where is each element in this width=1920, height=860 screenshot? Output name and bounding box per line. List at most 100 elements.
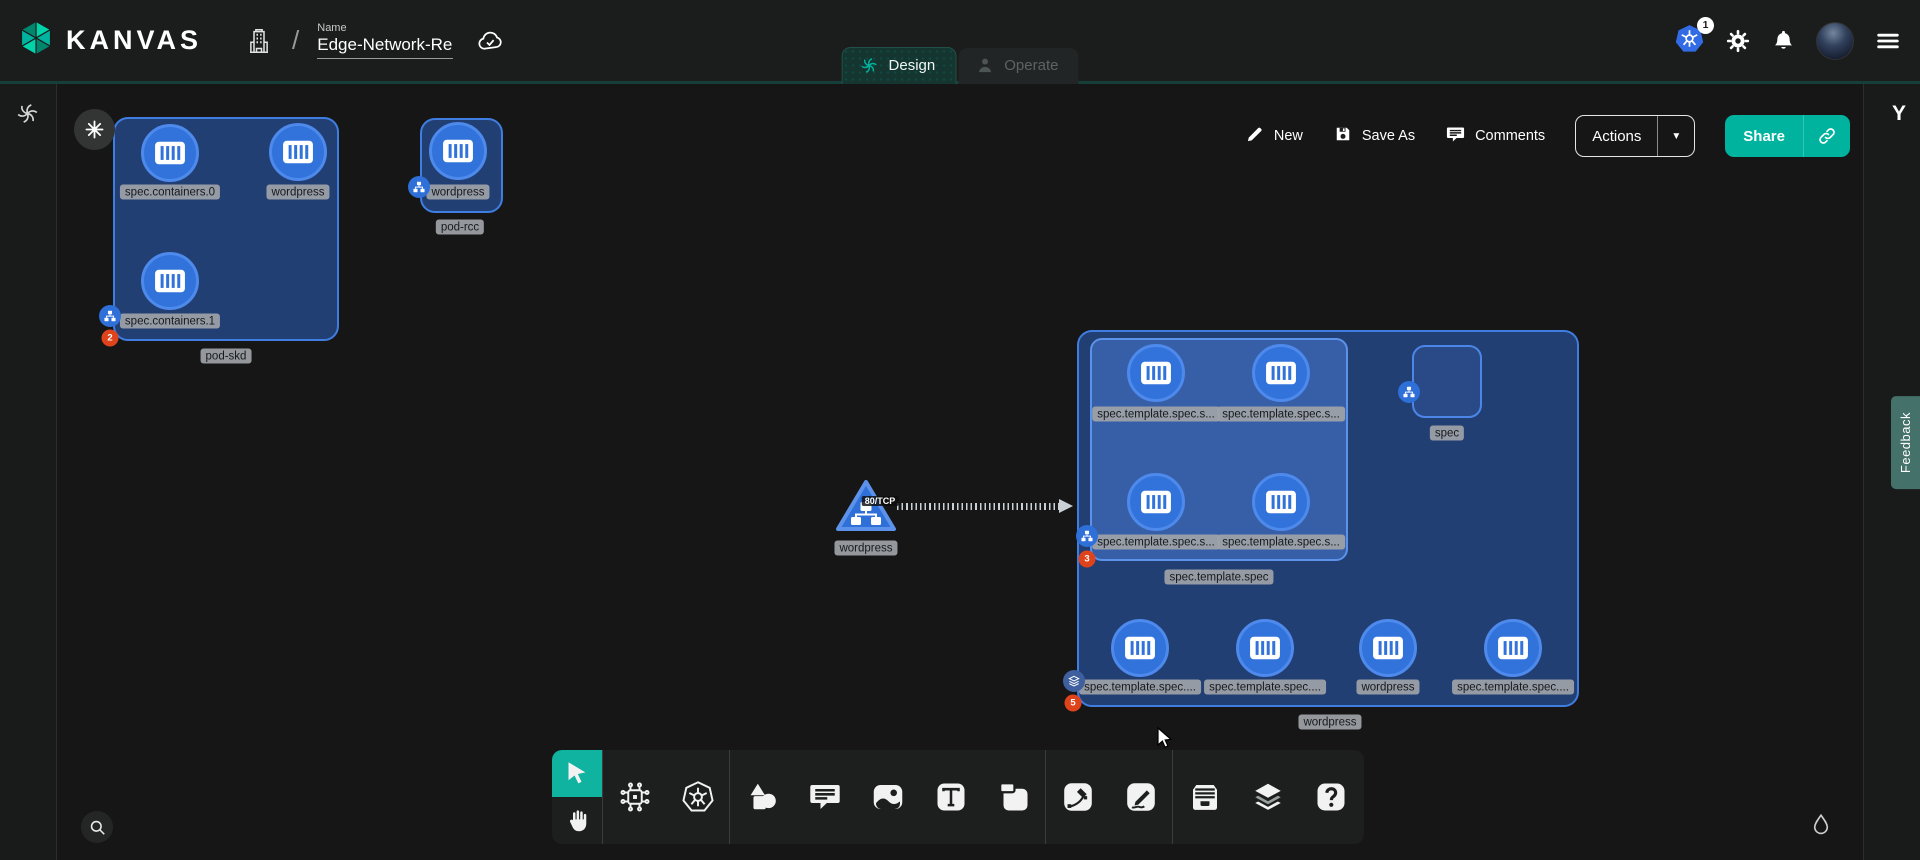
pencil-icon xyxy=(1123,779,1159,815)
container-node[interactable] xyxy=(1127,344,1185,402)
container-node[interactable] xyxy=(1484,619,1542,677)
group-label: wordpress xyxy=(1298,715,1361,730)
meshery-spiral-icon[interactable] xyxy=(14,100,41,132)
node-label: spec.template.spec.s... xyxy=(1092,535,1220,550)
pan-tool[interactable] xyxy=(552,797,602,844)
edge-arrowhead-icon xyxy=(1056,496,1076,521)
count-badge[interactable]: 5 xyxy=(1065,695,1082,712)
tab-operate[interactable]: Operate xyxy=(958,48,1078,84)
zoom-search-button[interactable] xyxy=(81,811,113,843)
k8s-context-count-badge: 1 xyxy=(1697,17,1714,34)
image-icon xyxy=(870,779,906,815)
operate-icon xyxy=(974,55,995,76)
design-name-label: Name xyxy=(317,22,453,34)
dock-y-icon[interactable]: Y xyxy=(1892,102,1906,126)
service-node[interactable] xyxy=(833,476,899,541)
share-label: Share xyxy=(1725,128,1803,145)
media-tool[interactable] xyxy=(856,750,919,844)
help-tool[interactable] xyxy=(1299,750,1362,844)
design-actions-bar: New Save As Comments Actions ▼ Share xyxy=(1245,115,1850,157)
save-icon xyxy=(1333,124,1353,148)
text-icon xyxy=(933,779,969,815)
tab-design[interactable]: Design xyxy=(842,47,957,84)
design-name-field: Name Edge-Network-Relatio xyxy=(317,22,453,59)
mode-tabs: Design Operate xyxy=(842,47,1079,84)
cursor-icon xyxy=(564,760,591,787)
kanvas-logo-icon xyxy=(16,18,56,63)
settings-gear-icon[interactable] xyxy=(1725,28,1751,54)
new-pencil-icon xyxy=(1245,124,1265,148)
kanvas-logo[interactable]: KANVAS xyxy=(16,18,202,63)
shapes-icon xyxy=(744,779,780,815)
pencil-tool[interactable] xyxy=(1109,750,1172,844)
pen-tool[interactable] xyxy=(1046,750,1109,844)
comments-button[interactable]: Comments xyxy=(1445,124,1545,149)
shapes-tool[interactable] xyxy=(730,750,793,844)
k8s-context-switcher[interactable]: 1 xyxy=(1674,23,1705,59)
container-node[interactable] xyxy=(141,124,199,182)
count-badge[interactable]: 2 xyxy=(102,330,119,347)
relationship-badge[interactable] xyxy=(1398,381,1420,403)
note-tool[interactable] xyxy=(982,750,1045,844)
toolbar-group xyxy=(730,750,1045,844)
toolbar-group xyxy=(1046,750,1172,844)
cloud-saved-icon xyxy=(475,26,505,56)
notifications-bell-icon[interactable] xyxy=(1771,28,1796,53)
count-badge[interactable]: 3 xyxy=(1079,551,1096,568)
note-icon xyxy=(996,779,1032,815)
save-as-button[interactable]: Save As xyxy=(1333,124,1415,148)
toolbar-group xyxy=(1173,750,1362,844)
layers-tool[interactable] xyxy=(1236,750,1299,844)
user-avatar[interactable] xyxy=(1816,22,1854,60)
relationship-badge[interactable] xyxy=(1076,525,1098,547)
new-button[interactable]: New xyxy=(1245,124,1303,148)
toolbar-group xyxy=(552,750,602,844)
left-rail xyxy=(0,84,57,860)
relationship-badge[interactable] xyxy=(1063,670,1085,692)
ink-droplet-icon[interactable] xyxy=(1808,812,1834,843)
toolbar-group xyxy=(603,750,729,844)
comments-label: Comments xyxy=(1475,128,1545,144)
edge-wordpress-service xyxy=(897,503,1060,510)
share-button[interactable]: Share xyxy=(1725,115,1850,157)
feedback-tab[interactable]: Feedback xyxy=(1891,396,1920,489)
tab-design-label: Design xyxy=(889,57,936,74)
comment-tool[interactable] xyxy=(793,750,856,844)
container-node[interactable] xyxy=(1111,619,1169,677)
save-as-label: Save As xyxy=(1362,128,1415,144)
node-label: wordpress xyxy=(266,185,329,200)
node-label: spec.template.spec.... xyxy=(1079,680,1201,695)
group-label: pod-skd xyxy=(201,349,252,364)
actions-label: Actions xyxy=(1576,128,1657,145)
design-name-input[interactable]: Edge-Network-Relatio xyxy=(317,35,453,59)
container-node[interactable] xyxy=(1252,473,1310,531)
relationship-badge[interactable] xyxy=(99,305,121,327)
container-node[interactable] xyxy=(269,123,327,181)
actions-dropdown-button[interactable]: Actions ▼ xyxy=(1575,115,1695,157)
select-tool[interactable] xyxy=(552,750,602,797)
node-spec[interactable] xyxy=(1412,345,1482,418)
design-spiral-icon xyxy=(859,55,880,76)
text-tool[interactable] xyxy=(919,750,982,844)
container-node[interactable] xyxy=(429,122,487,180)
container-node[interactable] xyxy=(1236,619,1294,677)
container-node[interactable] xyxy=(1359,619,1417,677)
drawer-tool[interactable] xyxy=(1173,750,1236,844)
hamburger-menu-icon[interactable] xyxy=(1874,27,1902,55)
copy-link-icon[interactable] xyxy=(1804,126,1850,146)
node-label: spec.containers.1 xyxy=(120,314,220,329)
node-label: spec.template.spec.... xyxy=(1204,680,1326,695)
relationship-badge[interactable] xyxy=(408,176,430,198)
kubernetes-components-tool[interactable] xyxy=(666,750,729,844)
components-tool[interactable] xyxy=(603,750,666,844)
drawer-icon xyxy=(1187,779,1223,815)
caret-down-icon[interactable]: ▼ xyxy=(1658,131,1694,142)
organization-icon[interactable] xyxy=(244,26,274,56)
container-node[interactable] xyxy=(141,252,199,310)
container-node[interactable] xyxy=(1252,344,1310,402)
container-node[interactable] xyxy=(1127,473,1185,531)
app-title: KANVAS xyxy=(66,25,202,56)
group-actions-flower-icon[interactable] xyxy=(74,109,115,150)
bottom-toolbar xyxy=(552,750,1364,844)
comment-icon xyxy=(807,779,843,815)
